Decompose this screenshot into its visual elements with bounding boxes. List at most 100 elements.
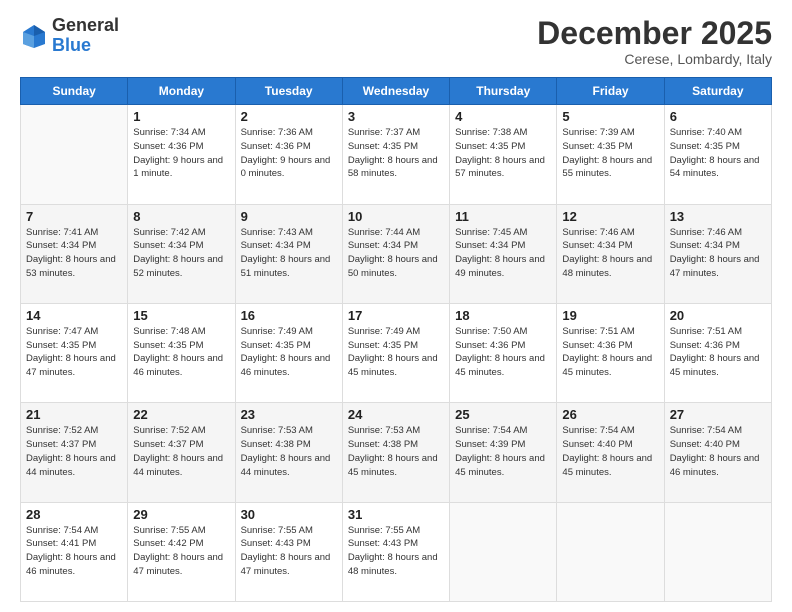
calendar-week-row: 21 Sunrise: 7:52 AMSunset: 4:37 PMDayligh… xyxy=(21,403,772,502)
calendar-cell: 30 Sunrise: 7:55 AMSunset: 4:43 PMDayligh… xyxy=(235,502,342,601)
weekday-header-wednesday: Wednesday xyxy=(342,78,449,105)
logo-blue-text: Blue xyxy=(52,35,91,55)
day-info: Sunrise: 7:41 AMSunset: 4:34 PMDaylight:… xyxy=(26,226,122,281)
day-info: Sunrise: 7:42 AMSunset: 4:34 PMDaylight:… xyxy=(133,226,229,281)
calendar-week-row: 14Sunrise: 7:47 AMSunset: 4:35 PMDayligh… xyxy=(21,303,772,402)
day-info: Sunrise: 7:55 AMSunset: 4:43 PMDaylight:… xyxy=(241,524,337,579)
day-number: 15 xyxy=(133,308,229,323)
calendar-cell: 6 Sunrise: 7:40 AMSunset: 4:35 PMDaylight… xyxy=(664,105,771,204)
weekday-header-row: SundayMondayTuesdayWednesdayThursdayFrid… xyxy=(21,78,772,105)
day-number: 22 xyxy=(133,407,229,422)
calendar-cell: 11Sunrise: 7:45 AMSunset: 4:34 PMDayligh… xyxy=(450,204,557,303)
day-info: Sunrise: 7:40 AMSunset: 4:35 PMDaylight:… xyxy=(670,126,766,181)
calendar-week-row: 28 Sunrise: 7:54 AMSunset: 4:41 PMDayligh… xyxy=(21,502,772,601)
day-number: 28 xyxy=(26,507,122,522)
day-info: Sunrise: 7:47 AMSunset: 4:35 PMDaylight:… xyxy=(26,325,122,380)
day-info: Sunrise: 7:39 AMSunset: 4:35 PMDaylight:… xyxy=(562,126,658,181)
calendar-cell: 4 Sunrise: 7:38 AMSunset: 4:35 PMDaylight… xyxy=(450,105,557,204)
calendar-cell: 31Sunrise: 7:55 AMSunset: 4:43 PMDayligh… xyxy=(342,502,449,601)
day-number: 2 xyxy=(241,109,337,124)
calendar-cell xyxy=(664,502,771,601)
calendar-week-row: 1Sunrise: 7:34 AMSunset: 4:36 PMDaylight… xyxy=(21,105,772,204)
logo-general-text: General xyxy=(52,15,119,35)
weekday-header-thursday: Thursday xyxy=(450,78,557,105)
day-number: 25 xyxy=(455,407,551,422)
calendar-cell: 3Sunrise: 7:37 AMSunset: 4:35 PMDaylight… xyxy=(342,105,449,204)
calendar-cell: 19 Sunrise: 7:51 AMSunset: 4:36 PMDayligh… xyxy=(557,303,664,402)
calendar-cell: 15 Sunrise: 7:48 AMSunset: 4:35 PMDayligh… xyxy=(128,303,235,402)
day-info: Sunrise: 7:49 AMSunset: 4:35 PMDaylight:… xyxy=(348,325,444,380)
day-info: Sunrise: 7:50 AMSunset: 4:36 PMDaylight:… xyxy=(455,325,551,380)
day-info: Sunrise: 7:53 AMSunset: 4:38 PMDaylight:… xyxy=(348,424,444,479)
weekday-header-friday: Friday xyxy=(557,78,664,105)
calendar-cell: 26 Sunrise: 7:54 AMSunset: 4:40 PMDayligh… xyxy=(557,403,664,502)
calendar-cell: 7 Sunrise: 7:41 AMSunset: 4:34 PMDaylight… xyxy=(21,204,128,303)
calendar-cell: 18Sunrise: 7:50 AMSunset: 4:36 PMDayligh… xyxy=(450,303,557,402)
day-info: Sunrise: 7:48 AMSunset: 4:35 PMDaylight:… xyxy=(133,325,229,380)
calendar-cell: 13 Sunrise: 7:46 AMSunset: 4:34 PMDayligh… xyxy=(664,204,771,303)
calendar-cell: 16 Sunrise: 7:49 AMSunset: 4:35 PMDayligh… xyxy=(235,303,342,402)
calendar-cell: 10 Sunrise: 7:44 AMSunset: 4:34 PMDayligh… xyxy=(342,204,449,303)
day-info: Sunrise: 7:54 AMSunset: 4:39 PMDaylight:… xyxy=(455,424,551,479)
day-number: 13 xyxy=(670,209,766,224)
day-number: 23 xyxy=(241,407,337,422)
header: General Blue December 2025 Cerese, Lomba… xyxy=(20,16,772,67)
day-info: Sunrise: 7:53 AMSunset: 4:38 PMDaylight:… xyxy=(241,424,337,479)
day-info: Sunrise: 7:46 AMSunset: 4:34 PMDaylight:… xyxy=(562,226,658,281)
calendar-cell: 2 Sunrise: 7:36 AMSunset: 4:36 PMDaylight… xyxy=(235,105,342,204)
day-info: Sunrise: 7:54 AMSunset: 4:41 PMDaylight:… xyxy=(26,524,122,579)
weekday-header-sunday: Sunday xyxy=(21,78,128,105)
calendar-cell: 23 Sunrise: 7:53 AMSunset: 4:38 PMDayligh… xyxy=(235,403,342,502)
calendar-cell: 25 Sunrise: 7:54 AMSunset: 4:39 PMDayligh… xyxy=(450,403,557,502)
calendar-cell xyxy=(450,502,557,601)
calendar-cell xyxy=(21,105,128,204)
day-number: 9 xyxy=(241,209,337,224)
day-info: Sunrise: 7:45 AMSunset: 4:34 PMDaylight:… xyxy=(455,226,551,281)
day-info: Sunrise: 7:51 AMSunset: 4:36 PMDaylight:… xyxy=(562,325,658,380)
weekday-header-tuesday: Tuesday xyxy=(235,78,342,105)
logo: General Blue xyxy=(20,16,119,56)
day-number: 16 xyxy=(241,308,337,323)
day-number: 26 xyxy=(562,407,658,422)
calendar-cell: 28 Sunrise: 7:54 AMSunset: 4:41 PMDayligh… xyxy=(21,502,128,601)
day-info: Sunrise: 7:38 AMSunset: 4:35 PMDaylight:… xyxy=(455,126,551,181)
calendar-cell: 9 Sunrise: 7:43 AMSunset: 4:34 PMDaylight… xyxy=(235,204,342,303)
day-number: 20 xyxy=(670,308,766,323)
day-number: 3 xyxy=(348,109,444,124)
day-number: 6 xyxy=(670,109,766,124)
day-number: 19 xyxy=(562,308,658,323)
calendar-cell: 22 Sunrise: 7:52 AMSunset: 4:37 PMDayligh… xyxy=(128,403,235,502)
day-info: Sunrise: 7:36 AMSunset: 4:36 PMDaylight:… xyxy=(241,126,337,181)
day-info: Sunrise: 7:55 AMSunset: 4:43 PMDaylight:… xyxy=(348,524,444,579)
day-number: 4 xyxy=(455,109,551,124)
day-number: 17 xyxy=(348,308,444,323)
day-number: 10 xyxy=(348,209,444,224)
day-info: Sunrise: 7:51 AMSunset: 4:36 PMDaylight:… xyxy=(670,325,766,380)
calendar-cell: 27Sunrise: 7:54 AMSunset: 4:40 PMDayligh… xyxy=(664,403,771,502)
day-info: Sunrise: 7:34 AMSunset: 4:36 PMDaylight:… xyxy=(133,126,229,181)
calendar-cell: 14Sunrise: 7:47 AMSunset: 4:35 PMDayligh… xyxy=(21,303,128,402)
calendar-cell: 21 Sunrise: 7:52 AMSunset: 4:37 PMDayligh… xyxy=(21,403,128,502)
calendar-cell xyxy=(557,502,664,601)
day-info: Sunrise: 7:46 AMSunset: 4:34 PMDaylight:… xyxy=(670,226,766,281)
day-number: 7 xyxy=(26,209,122,224)
calendar-cell: 20 Sunrise: 7:51 AMSunset: 4:36 PMDayligh… xyxy=(664,303,771,402)
logo-text: General Blue xyxy=(52,16,119,56)
day-number: 8 xyxy=(133,209,229,224)
logo-icon xyxy=(20,22,48,50)
day-info: Sunrise: 7:43 AMSunset: 4:34 PMDaylight:… xyxy=(241,226,337,281)
day-info: Sunrise: 7:49 AMSunset: 4:35 PMDaylight:… xyxy=(241,325,337,380)
day-number: 12 xyxy=(562,209,658,224)
day-info: Sunrise: 7:52 AMSunset: 4:37 PMDaylight:… xyxy=(26,424,122,479)
calendar-table: SundayMondayTuesdayWednesdayThursdayFrid… xyxy=(20,77,772,602)
calendar-cell: 5Sunrise: 7:39 AMSunset: 4:35 PMDaylight… xyxy=(557,105,664,204)
day-number: 21 xyxy=(26,407,122,422)
calendar-cell: 24Sunrise: 7:53 AMSunset: 4:38 PMDayligh… xyxy=(342,403,449,502)
calendar-cell: 17 Sunrise: 7:49 AMSunset: 4:35 PMDayligh… xyxy=(342,303,449,402)
calendar-cell: 12 Sunrise: 7:46 AMSunset: 4:34 PMDayligh… xyxy=(557,204,664,303)
day-info: Sunrise: 7:44 AMSunset: 4:34 PMDaylight:… xyxy=(348,226,444,281)
month-title: December 2025 xyxy=(537,16,772,51)
day-info: Sunrise: 7:52 AMSunset: 4:37 PMDaylight:… xyxy=(133,424,229,479)
day-info: Sunrise: 7:54 AMSunset: 4:40 PMDaylight:… xyxy=(562,424,658,479)
day-number: 30 xyxy=(241,507,337,522)
